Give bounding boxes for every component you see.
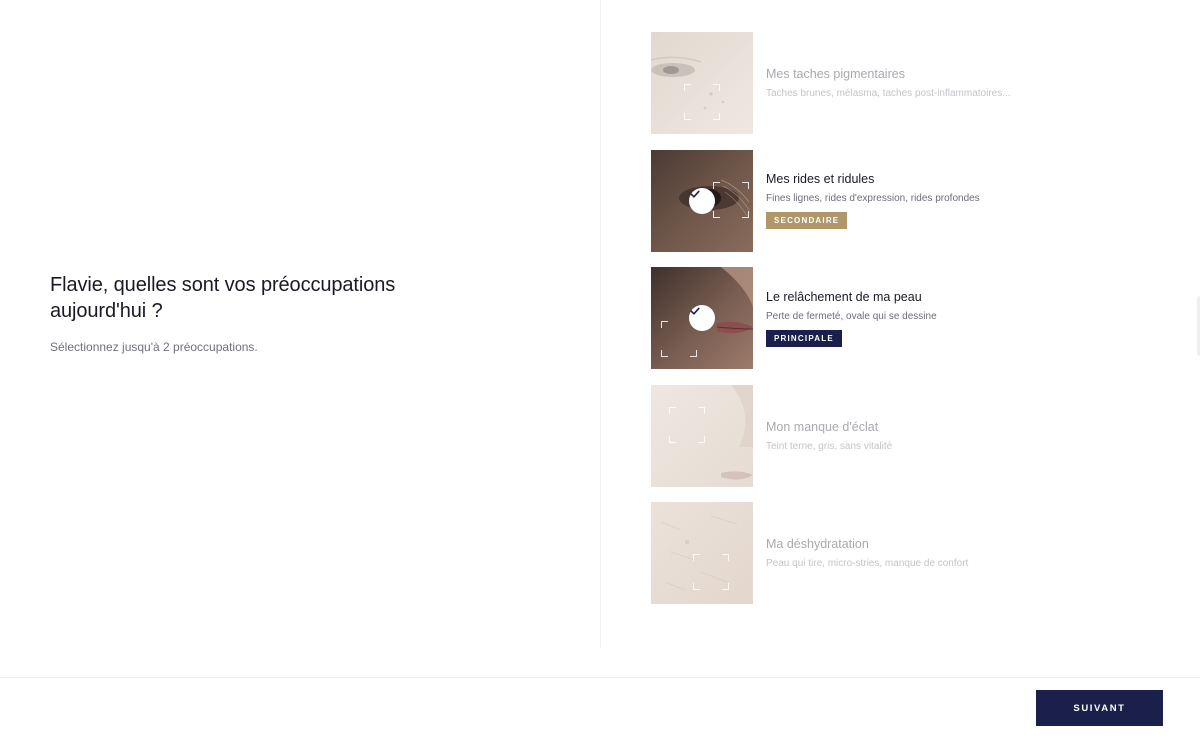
concern-description: Taches brunes, mélasma, taches post-infl…: [766, 88, 1011, 99]
concern-label: Ma déshydratation: [766, 537, 869, 551]
page-subtitle: Sélectionnez jusqu'à 2 préoccupations.: [50, 340, 258, 354]
focus-frame-icon: [669, 406, 705, 443]
concern-label: Mes taches pigmentaires: [766, 67, 905, 81]
question-panel: Flavie, quelles sont vos préoccupations …: [50, 272, 450, 354]
concern-option-sagging[interactable]: Le relâchement de ma peau Perte de ferme…: [651, 267, 1071, 369]
concern-option-wrinkles[interactable]: Mes rides et ridules Fines lignes, rides…: [651, 149, 1071, 252]
footer-divider: [0, 677, 1200, 678]
next-button[interactable]: SUIVANT: [1036, 690, 1163, 726]
focus-frame-icon: [684, 84, 720, 120]
concern-label: Mon manque d'éclat: [766, 419, 879, 434]
concern-label: Mes rides et ridules: [766, 172, 875, 186]
skin-radiance-image: [651, 384, 753, 487]
focus-frame-icon: [693, 554, 729, 590]
page-title: Flavie, quelles sont vos préoccupations …: [50, 274, 396, 322]
concern-description: Teint terne, gris, sans vitalité: [766, 440, 893, 452]
concern-option-dehydration[interactable]: Ma déshydratation Peau qui tire, micro-s…: [651, 502, 1071, 604]
concern-description: Peau qui tire, micro-stries, manque de c…: [766, 558, 969, 569]
concern-description: Perte de fermeté, ovale qui se dessine: [766, 310, 937, 322]
concern-option-pigmentation[interactable]: Mes taches pigmentaires Taches brunes, m…: [651, 32, 1071, 134]
checkmark-icon: [689, 187, 715, 214]
focus-frame-icon: [713, 181, 749, 218]
concern-label: Le relâchement de ma peau: [766, 289, 922, 304]
skin-pigment-image: [651, 32, 753, 134]
concern-option-radiance[interactable]: Mon manque d'éclat Teint terne, gris, sa…: [651, 384, 1071, 487]
skin-wrinkles-image: [651, 149, 753, 252]
priority-badge-primary: PRINCIPALE: [766, 329, 842, 347]
skin-hydration-image: [651, 502, 753, 604]
skin-sagging-image: [651, 267, 753, 369]
concerns-list: Mes taches pigmentaires Taches brunes, m…: [651, 32, 1071, 620]
column-divider: [600, 0, 601, 648]
priority-badge-secondary: SECONDAIRE: [766, 212, 848, 229]
concern-description: Fines lignes, rides d'expression, rides …: [766, 193, 980, 204]
checkmark-icon: [689, 305, 715, 331]
